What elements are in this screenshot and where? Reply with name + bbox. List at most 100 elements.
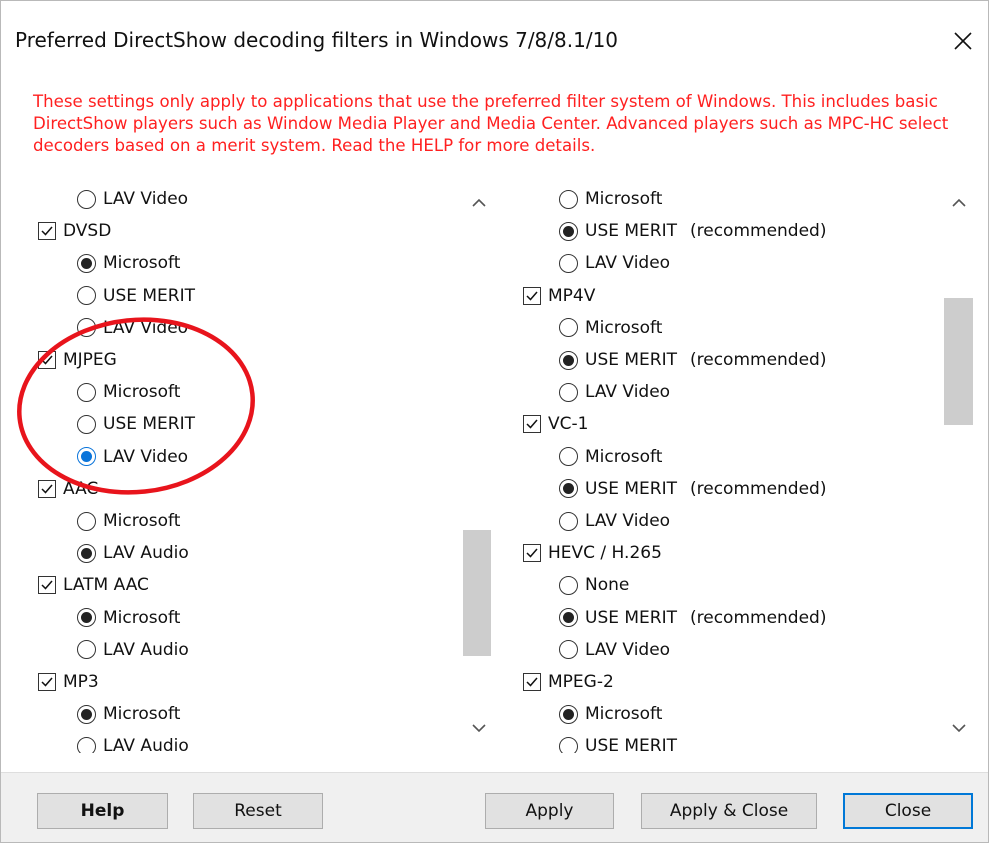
radio-selected-icon[interactable] bbox=[77, 253, 96, 273]
decoder-radio-row[interactable]: LAV Video bbox=[77, 185, 188, 213]
checkbox-checked-icon[interactable] bbox=[523, 415, 541, 434]
decoder-radio-row[interactable]: LAV Video bbox=[559, 249, 670, 277]
reset-button[interactable]: Reset bbox=[193, 793, 323, 829]
radio-icon[interactable] bbox=[559, 253, 578, 273]
radio-icon[interactable] bbox=[559, 189, 578, 209]
decoder-radio-row[interactable]: LAV Video bbox=[559, 378, 670, 406]
right-filter-list[interactable]: Microsoft USE MERIT (recommended) LAV Video… bbox=[501, 182, 941, 753]
decoder-radio-row[interactable]: None bbox=[559, 571, 629, 599]
decoder-radio-row[interactable]: Microsoft bbox=[559, 443, 662, 471]
checkbox-checked-icon[interactable] bbox=[523, 286, 541, 305]
decoder-radio-row[interactable]: Microsoft bbox=[77, 507, 180, 535]
radio-icon[interactable] bbox=[559, 318, 578, 338]
info-note: These settings only apply to application… bbox=[33, 92, 949, 155]
decoder-radio-row[interactable]: USE MERIT (recommended) bbox=[559, 604, 826, 632]
radio-icon[interactable] bbox=[559, 736, 578, 753]
right-scrollbar-thumb[interactable] bbox=[944, 298, 973, 425]
radio-icon[interactable] bbox=[77, 640, 96, 660]
filter-checkbox-row[interactable]: MJPEG bbox=[38, 346, 117, 374]
radio-selected-icon[interactable] bbox=[559, 221, 578, 241]
option-label: Microsoft bbox=[103, 607, 181, 628]
radio-icon[interactable] bbox=[559, 382, 578, 402]
radio-selected-icon[interactable] bbox=[559, 479, 578, 499]
option-label: USE MERIT bbox=[585, 607, 677, 628]
decoder-radio-row[interactable]: LAV Video bbox=[77, 443, 188, 471]
checkbox-checked-icon[interactable] bbox=[38, 576, 56, 595]
checkbox-checked-icon[interactable] bbox=[38, 351, 56, 369]
decoder-radio-row[interactable]: Microsoft bbox=[77, 604, 180, 632]
checkbox-checked-icon[interactable] bbox=[38, 479, 56, 498]
radio-icon[interactable] bbox=[77, 318, 96, 338]
radio-selected-icon[interactable] bbox=[77, 447, 96, 467]
filter-checkbox-row[interactable]: MP4V bbox=[523, 282, 595, 310]
filter-checkbox-row[interactable]: HEVC / H.265 bbox=[523, 539, 662, 567]
decoder-radio-row[interactable]: USE MERIT bbox=[77, 282, 195, 310]
filter-checkbox-row[interactable]: VC-1 bbox=[523, 410, 588, 438]
filter-checkbox-row[interactable]: LATM AAC bbox=[38, 571, 149, 599]
radio-dot bbox=[563, 225, 574, 237]
radio-dot bbox=[81, 708, 92, 720]
help-button[interactable]: Help bbox=[37, 793, 168, 829]
radio-selected-icon[interactable] bbox=[559, 608, 578, 628]
radio-icon[interactable] bbox=[559, 640, 578, 660]
radio-icon[interactable] bbox=[77, 286, 96, 306]
radio-selected-icon[interactable] bbox=[559, 704, 578, 724]
decoder-radio-row[interactable]: USE MERIT (recommended) bbox=[559, 217, 826, 245]
right-scroll-up-icon[interactable] bbox=[947, 194, 971, 212]
radio-selected-icon[interactable] bbox=[77, 704, 96, 724]
decoder-radio-row[interactable]: Microsoft bbox=[559, 185, 662, 213]
filter-checkbox-row[interactable]: AAC bbox=[38, 475, 98, 503]
recommended-note: (recommended) bbox=[690, 350, 827, 370]
close-icon[interactable] bbox=[949, 27, 977, 55]
decoder-radio-row[interactable]: USE MERIT bbox=[77, 410, 195, 438]
decoder-radio-row[interactable]: LAV Audio bbox=[77, 732, 189, 753]
left-scroll-up-icon[interactable] bbox=[467, 194, 491, 212]
decoder-radio-row[interactable]: LAV Video bbox=[77, 314, 188, 342]
filter-checkbox-row[interactable]: DVSD bbox=[38, 217, 111, 245]
decoder-radio-row[interactable]: LAV Video bbox=[559, 507, 670, 535]
option-label: LAV Video bbox=[103, 446, 189, 467]
radio-icon[interactable] bbox=[77, 189, 96, 209]
option-label: USE MERIT bbox=[585, 736, 677, 753]
option-label: LATM AAC bbox=[63, 575, 149, 596]
option-label: Microsoft bbox=[585, 317, 663, 338]
checkbox-checked-icon[interactable] bbox=[38, 673, 56, 691]
radio-icon[interactable] bbox=[559, 447, 578, 467]
decoder-radio-row[interactable]: Microsoft bbox=[559, 700, 662, 728]
decoder-radio-row[interactable]: USE MERIT (recommended) bbox=[559, 346, 826, 374]
option-label: Microsoft bbox=[103, 704, 181, 725]
decoder-radio-row[interactable]: Microsoft bbox=[559, 314, 662, 342]
apply-and-close-button[interactable]: Apply & Close bbox=[641, 793, 817, 829]
radio-selected-icon[interactable] bbox=[559, 350, 578, 370]
filter-checkbox-row[interactable]: MPEG-2 bbox=[523, 668, 614, 696]
radio-icon[interactable] bbox=[559, 511, 578, 531]
radio-icon[interactable] bbox=[77, 736, 96, 753]
checkbox-checked-icon[interactable] bbox=[523, 544, 541, 563]
right-scroll-down-icon[interactable] bbox=[947, 719, 971, 737]
checkbox-checked-icon[interactable] bbox=[38, 222, 56, 241]
decoder-radio-row[interactable]: LAV Video bbox=[559, 636, 670, 664]
decoder-radio-row[interactable]: LAV Audio bbox=[77, 539, 189, 567]
filter-checkbox-row[interactable]: MP3 bbox=[38, 668, 99, 696]
radio-icon[interactable] bbox=[77, 511, 96, 531]
decoder-radio-row[interactable]: USE MERIT bbox=[559, 732, 677, 753]
decoder-radio-row[interactable]: Microsoft bbox=[77, 378, 180, 406]
radio-selected-icon[interactable] bbox=[77, 608, 96, 628]
option-label: Microsoft bbox=[585, 446, 663, 467]
radio-icon[interactable] bbox=[77, 414, 96, 434]
checkbox-checked-icon[interactable] bbox=[523, 673, 541, 691]
left-scroll-down-icon[interactable] bbox=[467, 719, 491, 737]
close-button[interactable]: Close bbox=[843, 793, 973, 829]
left-filter-list[interactable]: LAV Video DVSD Microsoft USE MERIT LAV Video… bbox=[1, 182, 499, 753]
apply-button[interactable]: Apply bbox=[485, 793, 614, 829]
radio-dot bbox=[81, 547, 92, 559]
decoder-radio-row[interactable]: USE MERIT (recommended) bbox=[559, 475, 826, 503]
option-label: Microsoft bbox=[585, 704, 663, 725]
radio-icon[interactable] bbox=[559, 575, 578, 595]
decoder-radio-row[interactable]: LAV Audio bbox=[77, 636, 189, 664]
left-scrollbar-thumb[interactable] bbox=[463, 530, 491, 656]
decoder-radio-row[interactable]: Microsoft bbox=[77, 700, 180, 728]
radio-selected-icon[interactable] bbox=[77, 543, 96, 563]
decoder-radio-row[interactable]: Microsoft bbox=[77, 249, 180, 277]
radio-icon[interactable] bbox=[77, 382, 96, 402]
